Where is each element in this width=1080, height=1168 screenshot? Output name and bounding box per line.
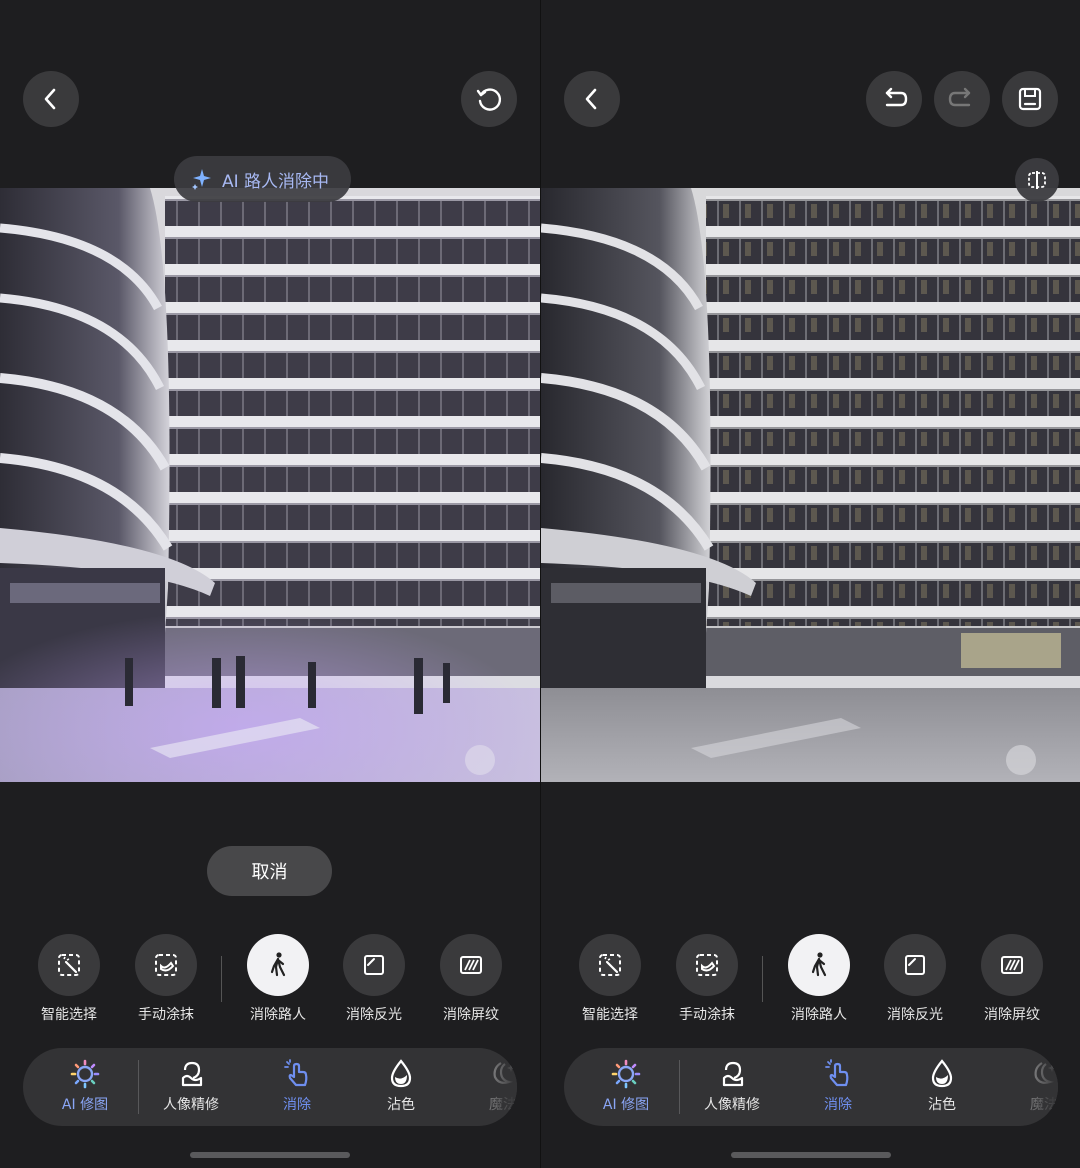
tool-label: 消除屏纹 xyxy=(443,1007,499,1023)
home-indicator xyxy=(731,1152,891,1158)
tab-label: 人像精修 xyxy=(704,1097,760,1113)
tool-manual-brush[interactable]: 手动涂抹 xyxy=(126,934,206,1024)
back-button[interactable] xyxy=(23,71,79,127)
tab-ai-retouch[interactable]: AI 修图 xyxy=(578,1058,674,1114)
tool-label: 消除屏纹 xyxy=(984,1007,1040,1023)
home-indicator xyxy=(190,1152,350,1158)
bottom-tab-bar: AI 修图 人像精修 消除 沾色 魔法 xyxy=(23,1048,517,1126)
tool-remove-screen-pattern[interactable]: 消除屏纹 xyxy=(431,934,511,1024)
tool-divider xyxy=(221,956,222,1002)
sparkle-icon xyxy=(192,169,211,190)
tab-label: 消除 xyxy=(283,1097,311,1113)
bottom-tab-bar: AI 修图 人像精修 消除 沾色 魔法 xyxy=(564,1048,1058,1126)
building-photo xyxy=(541,188,1080,782)
color-drop-icon xyxy=(931,1059,953,1088)
manual-brush-icon xyxy=(696,954,718,976)
chevron-left-icon xyxy=(44,88,56,110)
tab-label: AI 修图 xyxy=(602,1097,650,1113)
photo-canvas[interactable] xyxy=(541,188,1080,782)
redo-button[interactable] xyxy=(934,71,990,127)
tool-smart-select[interactable]: 智能选择 xyxy=(29,934,109,1024)
tab-color[interactable]: 沾色 xyxy=(353,1058,449,1114)
tab-color[interactable]: 沾色 xyxy=(894,1058,990,1114)
ai-processing-indicator: AI 路人消除中 xyxy=(174,156,352,202)
tool-smart-select[interactable]: 智能选择 xyxy=(570,934,650,1024)
tool-remove-screen-pattern[interactable]: 消除屏纹 xyxy=(972,934,1052,1024)
ai-sparkle-icon xyxy=(611,1059,641,1089)
portrait-icon xyxy=(181,1061,203,1087)
tool-remove-passersby[interactable]: 消除路人 xyxy=(238,934,318,1024)
tool-divider xyxy=(762,956,763,1002)
erase-hand-icon xyxy=(825,1059,849,1087)
remove-screen-pattern-icon xyxy=(1001,956,1023,974)
remove-reflection-icon xyxy=(905,955,925,975)
tool-label: 手动涂抹 xyxy=(679,1007,735,1023)
tab-label: 沾色 xyxy=(387,1097,415,1113)
save-button[interactable] xyxy=(1002,71,1058,127)
tab-label: 沾色 xyxy=(928,1097,956,1113)
tab-portrait[interactable]: 人像精修 xyxy=(143,1058,239,1114)
ai-sparkle-icon xyxy=(70,1059,100,1089)
compare-icon xyxy=(1028,171,1046,189)
building-photo xyxy=(0,188,540,782)
remove-screen-pattern-icon xyxy=(460,956,482,974)
remove-reflection-icon xyxy=(364,955,384,975)
right-editor-screen: 智能选择 手动涂抹 消除路人 消除反光 消除屏纹 AI 修图 人像精修 消除 沾… xyxy=(540,0,1080,1168)
tool-label: 消除反光 xyxy=(887,1007,943,1023)
tool-label: 消除路人 xyxy=(791,1007,847,1023)
tab-erase[interactable]: 消除 xyxy=(790,1058,886,1114)
photo-canvas[interactable] xyxy=(0,188,540,782)
tool-remove-reflection[interactable]: 消除反光 xyxy=(334,934,414,1024)
erase-hand-icon xyxy=(284,1059,308,1087)
undo-icon xyxy=(885,87,908,107)
manual-brush-icon xyxy=(155,954,177,976)
tool-remove-passersby[interactable]: 消除路人 xyxy=(779,934,859,1024)
smart-select-icon xyxy=(599,954,621,976)
tool-label: 消除路人 xyxy=(250,1007,306,1023)
tool-label: 智能选择 xyxy=(582,1007,638,1023)
tab-label: AI 修图 xyxy=(61,1097,109,1113)
save-icon xyxy=(1018,87,1042,111)
tool-manual-brush[interactable]: 手动涂抹 xyxy=(667,934,747,1024)
reset-button[interactable] xyxy=(461,71,517,127)
tool-row: 智能选择 手动涂抹 消除路人 消除反光 消除屏纹 xyxy=(541,934,1080,1034)
chevron-left-icon xyxy=(585,88,597,110)
left-editor-screen: AI 路人消除中 取消 智能选择 手动涂抹 消除路人 消除反光 消除屏纹 AI … xyxy=(0,0,540,1168)
tool-label: 智能选择 xyxy=(41,1007,97,1023)
color-drop-icon xyxy=(390,1059,412,1088)
portrait-icon xyxy=(722,1061,744,1087)
reset-icon xyxy=(476,88,502,111)
ai-status-text: AI 路人消除中 xyxy=(222,171,330,192)
tab-divider xyxy=(138,1060,139,1114)
tab-label: 消除 xyxy=(824,1097,852,1113)
tab-label: 人像精修 xyxy=(163,1097,219,1113)
tool-remove-reflection[interactable]: 消除反光 xyxy=(875,934,955,1024)
smart-select-icon xyxy=(58,954,80,976)
compare-button[interactable] xyxy=(1015,158,1059,202)
tab-divider xyxy=(679,1060,680,1114)
tool-label: 手动涂抹 xyxy=(138,1007,194,1023)
undo-button[interactable] xyxy=(866,71,922,127)
tab-erase[interactable]: 消除 xyxy=(249,1058,345,1114)
cancel-button[interactable]: 取消 xyxy=(207,846,332,896)
walking-person-icon xyxy=(811,952,827,977)
back-button[interactable] xyxy=(564,71,620,127)
tool-row: 智能选择 手动涂抹 消除路人 消除反光 消除屏纹 xyxy=(0,934,540,1034)
redo-icon xyxy=(948,87,971,107)
tab-portrait[interactable]: 人像精修 xyxy=(684,1058,780,1114)
tab-ai-retouch[interactable]: AI 修图 xyxy=(37,1058,133,1114)
tool-label: 消除反光 xyxy=(346,1007,402,1023)
walking-person-icon xyxy=(270,952,286,977)
